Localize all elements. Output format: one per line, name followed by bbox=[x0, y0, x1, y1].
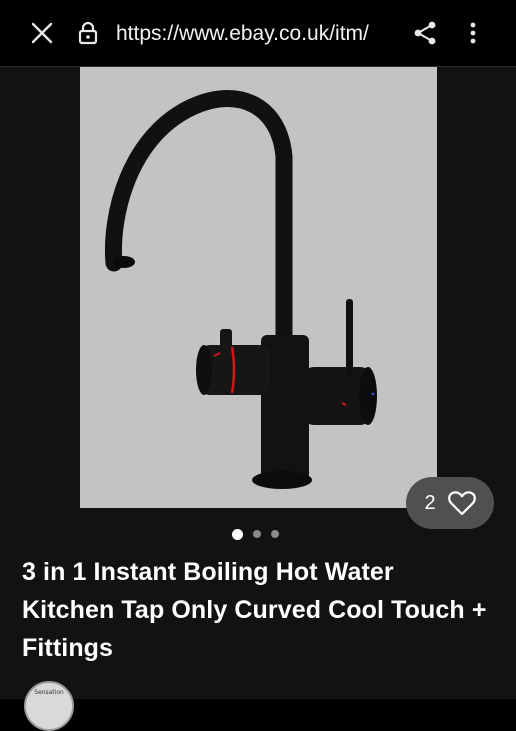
image-pagination-dots bbox=[232, 527, 279, 541]
listing-content: 2 3 in 1 Instant Boiling Hot Water Kitch… bbox=[0, 67, 516, 731]
pagination-dot[interactable] bbox=[253, 530, 261, 538]
seller-logo-text: Sensation bbox=[34, 689, 64, 696]
listing-title: 3 in 1 Instant Boiling Hot Water Kitchen… bbox=[22, 558, 487, 662]
browser-toolbar: https://www.ebay.co.uk/itm/ bbox=[0, 0, 516, 67]
share-icon[interactable] bbox=[410, 17, 440, 49]
product-image-gallery[interactable] bbox=[80, 67, 437, 508]
watch-button[interactable]: 2 bbox=[406, 477, 494, 529]
heart-icon bbox=[447, 491, 476, 516]
close-icon[interactable] bbox=[26, 17, 58, 49]
seller-avatar[interactable]: Sensation bbox=[24, 681, 74, 731]
address-bar-url[interactable]: https://www.ebay.co.uk/itm/ bbox=[116, 19, 394, 49]
tap-image bbox=[105, 90, 377, 489]
pagination-dot-active[interactable] bbox=[232, 528, 243, 540]
lock-icon[interactable] bbox=[76, 19, 100, 47]
watchers-count: 2 bbox=[424, 491, 436, 514]
pagination-dot[interactable] bbox=[271, 530, 279, 538]
more-vertical-icon[interactable] bbox=[460, 17, 486, 49]
